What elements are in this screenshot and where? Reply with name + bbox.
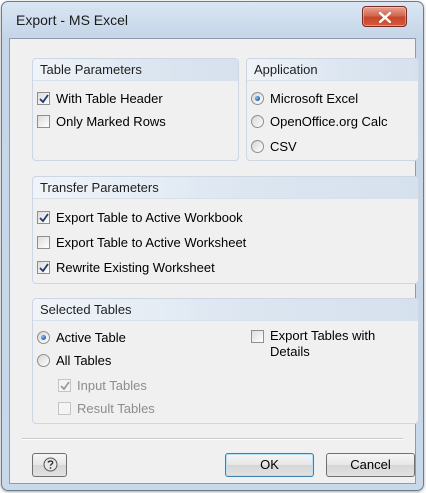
with-table-header-label: With Table Header [56, 90, 163, 106]
application-heading: Application [247, 59, 418, 81]
close-button[interactable] [362, 6, 407, 27]
export-with-details-option[interactable]: Export Tables with Details [251, 328, 375, 362]
checkmark-icon [39, 212, 49, 222]
help-button[interactable] [32, 453, 67, 477]
export-with-details-checkbox[interactable] [251, 330, 264, 343]
table-parameters-heading: Table Parameters [33, 59, 238, 81]
rewrite-existing-worksheet-option[interactable]: Rewrite Existing Worksheet [37, 258, 215, 276]
input-tables-checkbox[interactable] [58, 378, 71, 392]
table-parameters-group: Table Parameters [32, 58, 239, 161]
microsoft-excel-label: Microsoft Excel [270, 90, 359, 106]
window-title: Export - MS Excel [16, 12, 129, 28]
only-marked-rows-label: Only Marked Rows [56, 113, 166, 129]
input-tables-option[interactable]: Input Tables [58, 376, 147, 394]
openoffice-calc-label: OpenOffice.org Calc [270, 113, 388, 129]
export-to-active-workbook-label: Export Table to Active Workbook [56, 209, 243, 225]
result-tables-checkbox[interactable] [58, 401, 71, 415]
active-table-label: Active Table [56, 329, 126, 345]
openoffice-calc-option[interactable]: OpenOffice.org Calc [251, 112, 388, 130]
selected-tables-heading: Selected Tables [33, 299, 418, 321]
only-marked-rows-option[interactable]: Only Marked Rows [37, 112, 166, 130]
all-tables-label: All Tables [56, 352, 112, 368]
microsoft-excel-option[interactable]: Microsoft Excel [251, 89, 358, 107]
result-tables-label: Result Tables [77, 400, 155, 416]
dialog-body: Table Parameters With Table Header Only … [9, 38, 419, 484]
csv-option[interactable]: CSV [251, 137, 297, 155]
with-table-header-option[interactable]: With Table Header [37, 89, 163, 107]
export-with-details-label-line2: Details [270, 344, 310, 359]
transfer-parameters-heading: Transfer Parameters [33, 177, 418, 199]
rewrite-existing-worksheet-checkbox[interactable] [37, 260, 50, 274]
csv-radio[interactable] [251, 139, 264, 153]
title-bar: Export - MS Excel [2, 2, 423, 38]
active-table-option[interactable]: Active Table [37, 328, 126, 346]
export-to-active-workbook-checkbox[interactable] [37, 210, 50, 224]
export-to-active-workbook-option[interactable]: Export Table to Active Workbook [37, 208, 243, 226]
help-icon [43, 457, 58, 472]
openoffice-calc-radio[interactable] [251, 114, 264, 128]
checkmark-icon [39, 262, 49, 272]
close-icon [379, 12, 391, 23]
export-dialog: Export - MS Excel Table Parameters With … [1, 1, 424, 491]
export-with-details-label-line1: Export Tables with [270, 328, 376, 343]
only-marked-rows-checkbox[interactable] [37, 114, 50, 128]
export-to-active-worksheet-option[interactable]: Export Table to Active Worksheet [37, 233, 246, 251]
all-tables-radio[interactable] [37, 353, 50, 367]
checkmark-icon [60, 380, 70, 390]
cancel-button[interactable]: Cancel [326, 453, 415, 477]
active-table-radio[interactable] [37, 330, 50, 344]
ok-button[interactable]: OK [225, 453, 314, 477]
footer-divider [22, 438, 403, 440]
with-table-header-checkbox[interactable] [37, 91, 50, 105]
all-tables-option[interactable]: All Tables [37, 351, 111, 369]
rewrite-existing-worksheet-label: Rewrite Existing Worksheet [56, 259, 215, 275]
export-to-active-worksheet-label: Export Table to Active Worksheet [56, 234, 247, 250]
input-tables-label: Input Tables [77, 377, 147, 393]
checkmark-icon [39, 93, 49, 103]
export-to-active-worksheet-checkbox[interactable] [37, 235, 50, 249]
result-tables-option[interactable]: Result Tables [58, 399, 155, 417]
microsoft-excel-radio[interactable] [251, 91, 264, 105]
csv-label: CSV [270, 138, 297, 154]
export-with-details-label: Export Tables with Details [270, 328, 375, 360]
